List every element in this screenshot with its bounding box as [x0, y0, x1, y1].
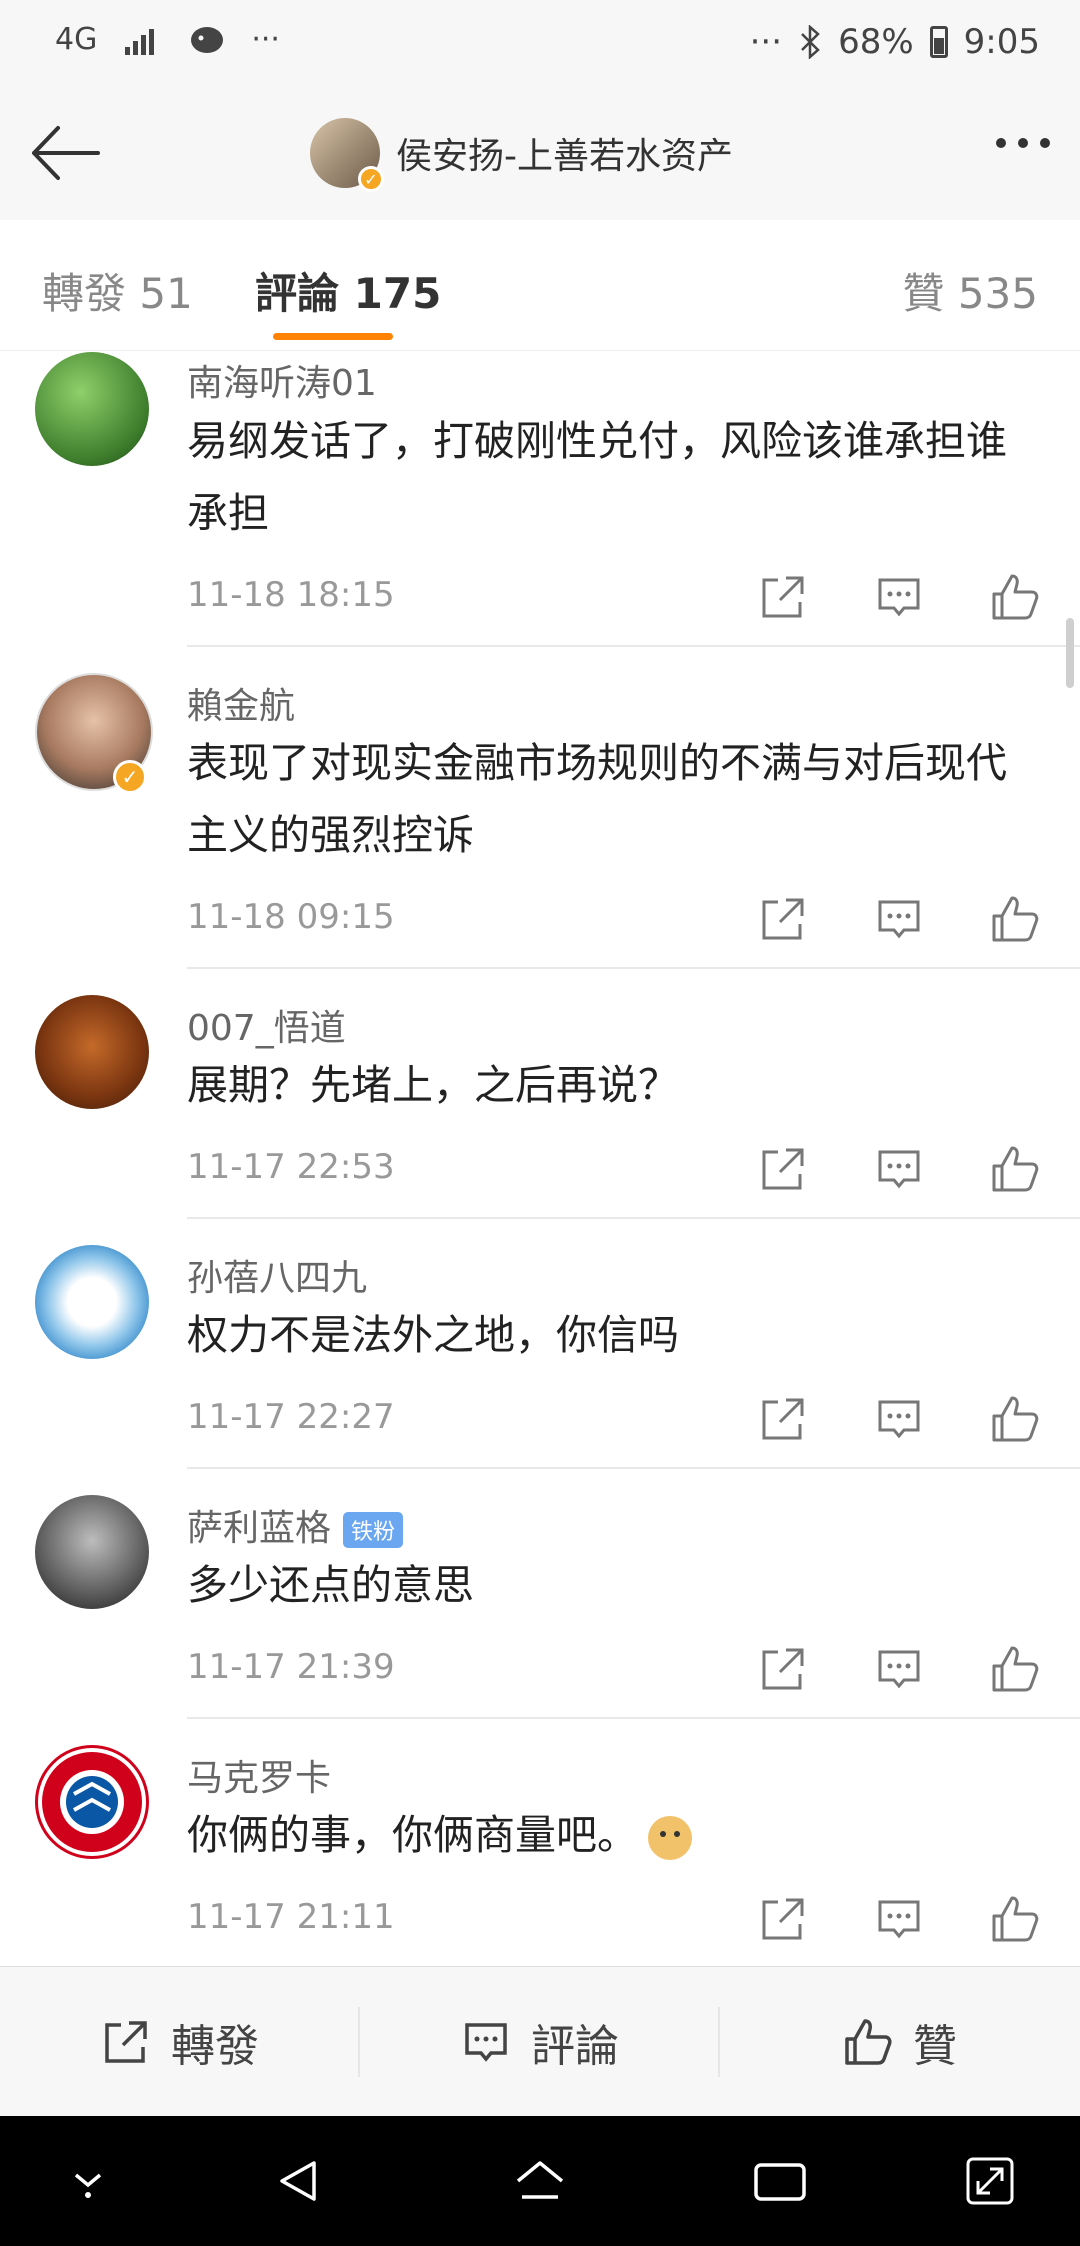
- comment-time: 11-17 22:53: [187, 1147, 395, 1187]
- like-icon[interactable]: [990, 1394, 1040, 1444]
- home-nav-icon[interactable]: [510, 2151, 570, 2211]
- bayern-logo-icon: [42, 1752, 142, 1852]
- comment-time: 11-17 22:27: [187, 1397, 395, 1437]
- like-icon[interactable]: [990, 1144, 1040, 1194]
- comment-actions: [758, 1144, 1040, 1194]
- tab-likes[interactable]: 贊 535: [902, 260, 1038, 321]
- share-icon[interactable]: [758, 1644, 808, 1694]
- comment-icon: [465, 2023, 507, 2062]
- comment-text: 你俩的事，你俩商量吧。: [187, 1799, 1047, 1871]
- status-more-left: ···: [251, 22, 280, 57]
- comment-text: 权力不是法外之地，你信吗: [187, 1311, 679, 1359]
- comment-username[interactable]: 007_悟道: [187, 999, 346, 1051]
- divider: [187, 1467, 1080, 1469]
- like-icon[interactable]: [990, 572, 1040, 622]
- comment-time: 11-17 21:11: [187, 1897, 395, 1937]
- divider: [187, 1717, 1080, 1719]
- comment-text: 易纲发话了，打破刚性兑付，风险该谁承担谁承担: [187, 417, 1007, 537]
- share-icon[interactable]: [758, 1144, 808, 1194]
- share-icon[interactable]: [758, 894, 808, 944]
- battery-icon: [929, 26, 948, 58]
- comment-time: 11-18 09:15: [187, 897, 395, 937]
- status-bar: 4G ··· ··· 68% 9:05: [0, 0, 1080, 90]
- verified-icon: ✓: [113, 760, 147, 794]
- recents-nav-icon[interactable]: [750, 2151, 810, 2211]
- interaction-tabs: 轉發 51 評論 175 贊 535: [0, 220, 1080, 351]
- system-navigation-bar: [0, 2116, 1080, 2246]
- active-tab-indicator: [273, 333, 393, 340]
- share-icon[interactable]: [758, 1894, 808, 1944]
- avatar[interactable]: [35, 352, 149, 466]
- comment-actions: [758, 1644, 1040, 1694]
- comment-username[interactable]: 萨利蓝格 铁粉: [187, 1499, 404, 1551]
- comment-text-content: 你俩的事，你俩商量吧。: [187, 1811, 638, 1859]
- comment-time: 11-17 21:39: [187, 1647, 395, 1687]
- app-header: ✓ 侯安扬-上善若水资产: [0, 90, 1080, 221]
- avatar[interactable]: [35, 995, 149, 1109]
- tab-comments[interactable]: 評論 175: [255, 260, 441, 321]
- page-title: 侯安扬-上善若水资产: [396, 136, 733, 177]
- comment-username[interactable]: 南海听涛01: [187, 354, 377, 406]
- comment-actions: [758, 572, 1040, 622]
- divider: [187, 967, 1080, 969]
- comment-username[interactable]: 賴金航: [187, 677, 295, 729]
- comment-actions: [758, 1894, 1040, 1944]
- like-button[interactable]: 贊: [720, 1967, 1080, 2117]
- reply-icon[interactable]: [874, 1144, 924, 1194]
- avatar[interactable]: [35, 1495, 149, 1609]
- verified-icon: ✓: [358, 166, 384, 192]
- comment-text: 表现了对现实金融市场规则的不满与对后现代主义的强烈控诉: [187, 739, 1007, 859]
- app-notification-icon: [191, 26, 224, 53]
- reply-icon[interactable]: [874, 1644, 924, 1694]
- comment-time: 11-18 18:15: [187, 575, 395, 615]
- share-icon[interactable]: [758, 572, 808, 622]
- clock: 9:05: [963, 22, 1040, 62]
- comment-actions: [758, 1394, 1040, 1444]
- scrollbar[interactable]: [1066, 618, 1074, 688]
- back-arrow-icon: [32, 126, 100, 180]
- bottom-toolbar: 轉發 評論 贊: [0, 1966, 1080, 2117]
- network-indicator: 4G: [55, 22, 98, 57]
- bluetooth-icon: [801, 25, 820, 59]
- divider: [187, 645, 1080, 647]
- avatar[interactable]: [35, 1745, 149, 1859]
- signal-icon: [125, 28, 155, 55]
- comment-username-text: 萨利蓝格: [187, 1508, 332, 1549]
- expand-nav-icon[interactable]: [960, 2151, 1020, 2211]
- repost-label: 轉發: [171, 2021, 259, 2072]
- comment-text: 多少还点的意思: [187, 1561, 474, 1609]
- comment-actions: [758, 894, 1040, 944]
- comment-text: 展期？先堵上，之后再说？: [187, 1061, 679, 1109]
- like-icon[interactable]: [990, 894, 1040, 944]
- reply-icon[interactable]: [874, 894, 924, 944]
- comment-username[interactable]: 孙蓓八四九: [187, 1249, 367, 1301]
- comment-button[interactable]: 評論: [360, 1967, 720, 2117]
- back-nav-icon[interactable]: [268, 2151, 328, 2211]
- battery-percent: 68%: [838, 22, 914, 62]
- comment-username[interactable]: 马克罗卡: [187, 1749, 331, 1801]
- reply-icon[interactable]: [874, 572, 924, 622]
- back-button[interactable]: [28, 118, 108, 188]
- share-icon[interactable]: [758, 1394, 808, 1444]
- more-dots-icon[interactable]: [996, 138, 1050, 148]
- like-icon[interactable]: [990, 1894, 1040, 1944]
- comment-label: 評論: [531, 2021, 619, 2072]
- status-more-right: ···: [749, 22, 783, 62]
- avatar[interactable]: [35, 1245, 149, 1359]
- like-icon[interactable]: [990, 1644, 1040, 1694]
- like-icon: [845, 2019, 892, 2065]
- doge-emoji-icon: [648, 1816, 692, 1860]
- reply-icon[interactable]: [874, 1894, 924, 1944]
- author-avatar[interactable]: ✓: [310, 118, 384, 192]
- share-icon: [105, 2021, 147, 2063]
- fan-badge: 铁粉: [343, 1512, 404, 1548]
- repost-button[interactable]: 轉發: [0, 1967, 360, 2117]
- hide-keyboard-icon[interactable]: [58, 2151, 118, 2211]
- divider: [187, 1217, 1080, 1219]
- like-label: 贊: [913, 2021, 957, 2072]
- tab-repost[interactable]: 轉發 51: [42, 260, 193, 321]
- reply-icon[interactable]: [874, 1394, 924, 1444]
- author-info[interactable]: ✓ 侯安扬-上善若水资产: [310, 118, 733, 192]
